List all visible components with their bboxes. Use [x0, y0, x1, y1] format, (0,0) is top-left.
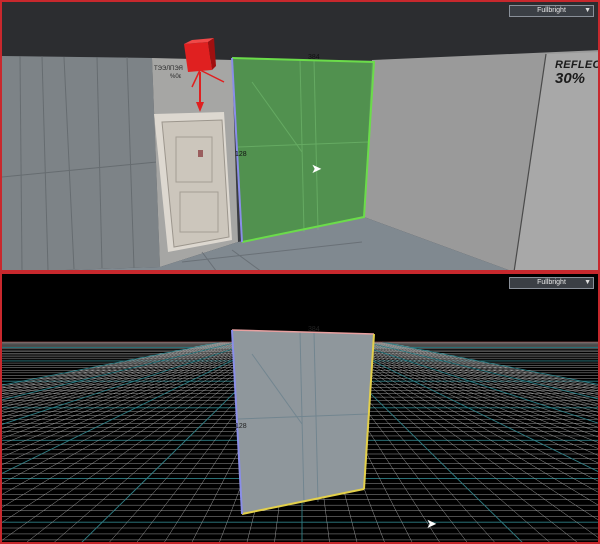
- grid-line: [2, 341, 265, 451]
- mouse-pointer-icon: ➤: [311, 161, 322, 176]
- svg-text:%0ε: %0ε: [170, 74, 182, 80]
- brush-width-label: 384: [308, 54, 320, 61]
- grid-line: [2, 341, 267, 458]
- render-mode-label: Fullbright: [537, 279, 566, 286]
- grid-line: [2, 341, 243, 406]
- grid-line: [2, 341, 233, 394]
- selected-brush-face[interactable]: [231, 57, 376, 243]
- grid-line: [2, 341, 261, 439]
- brush-width-label: 384: [308, 326, 320, 333]
- grid-floor: [2, 329, 598, 542]
- grid-line: [335, 341, 598, 464]
- grid-line: [357, 341, 598, 410]
- grid-line: [339, 341, 598, 449]
- grid-line: [351, 341, 598, 420]
- render-mode-label: Fullbright: [537, 7, 566, 14]
- render-mode-dropdown-top[interactable]: Fullbright ▼: [509, 5, 594, 17]
- chevron-down-icon: ▼: [584, 279, 591, 286]
- grid-line: [2, 341, 247, 411]
- grid-line: [2, 341, 223, 386]
- grid-line: [369, 341, 598, 395]
- reflect-sign: REFLECT 30%: [555, 60, 598, 87]
- render-mode-dropdown-bottom[interactable]: Fullbright ▼: [509, 277, 594, 289]
- viewport-3d-top[interactable]: ТЭЭЛПЭЯ %0ε REFLEC 30% 384 128 ➤ Fullbri…: [0, 0, 600, 272]
- chevron-down-icon: ▼: [584, 7, 591, 14]
- grid-line: [349, 341, 598, 424]
- grid-line: [347, 341, 598, 428]
- brush-height-label: 128: [235, 151, 247, 158]
- grid-line: [2, 341, 255, 425]
- brush-height-label: 128: [235, 423, 247, 430]
- grid-line: [2, 341, 257, 429]
- mouse-pointer-icon: ➤: [426, 516, 437, 531]
- scene-3d: ТЭЭЛПЭЯ %0ε: [2, 2, 598, 270]
- wall-text: ТЭЭЛПЭЯ: [154, 66, 183, 72]
- grid-line: [2, 341, 237, 398]
- viewport-3d-bottom[interactable]: 384 128 ➤ Fullbright ▼: [0, 272, 600, 544]
- grid-line: [341, 341, 598, 443]
- grid-line: [2, 341, 271, 474]
- reflect-sign-line2: 30%: [555, 70, 586, 87]
- brush-preview[interactable]: [231, 329, 375, 515]
- grid-line: [2, 341, 241, 403]
- grid-line: [2, 341, 235, 396]
